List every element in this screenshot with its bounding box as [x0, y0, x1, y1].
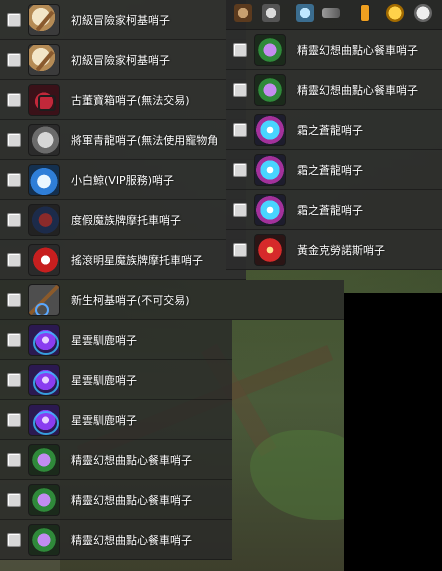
cart-icon — [28, 484, 60, 516]
list-item[interactable]: 星雲馴鹿哨子 — [0, 360, 232, 400]
item-label: 霜之蒼龍哨子 — [297, 164, 363, 177]
item-label: 搖滾明星魔族牌摩托車哨子 — [71, 254, 203, 267]
item-label: 精靈幻想曲點心餐車哨子 — [297, 44, 418, 57]
list-item[interactable]: 初級冒險家柯基哨子 — [0, 0, 246, 40]
coin-icon[interactable] — [386, 4, 404, 22]
whale-icon — [28, 164, 60, 196]
whistle-icon — [28, 44, 60, 76]
list-item[interactable]: 黃金克勞諾斯哨子 — [226, 230, 442, 270]
right-item-list: 精靈幻想曲點心餐車哨子 精靈幻想曲點心餐車哨子 霜之蒼龍哨子 霜之蒼龍哨子 霜之… — [226, 30, 442, 270]
list-item[interactable]: 霜之蒼龍哨子 — [226, 110, 442, 150]
pearl-icon[interactable] — [414, 4, 432, 22]
item-checkbox[interactable] — [7, 173, 21, 187]
mask-icon — [28, 204, 60, 236]
item-label: 精靈幻想曲點心餐車哨子 — [297, 84, 418, 97]
pick-icon — [28, 284, 60, 316]
item-label: 星雲馴鹿哨子 — [71, 334, 137, 347]
item-label: 小白鯨(VIP服務)哨子 — [71, 174, 174, 187]
cart-icon — [28, 524, 60, 556]
bag-icon[interactable] — [234, 4, 252, 22]
item-checkbox[interactable] — [7, 93, 21, 107]
gem-icon[interactable] — [296, 4, 314, 22]
rock-icon — [28, 244, 60, 276]
list-item[interactable]: 古董寶箱哨子(無法交易) — [0, 80, 246, 120]
item-checkbox[interactable] — [7, 13, 21, 27]
ice-dragon-icon — [254, 154, 286, 186]
list-item[interactable]: 精靈幻想曲點心餐車哨子 — [226, 30, 442, 70]
item-label: 度假魔族牌摩托車哨子 — [71, 214, 181, 227]
list-item[interactable]: 精靈幻想曲點心餐車哨子 — [0, 520, 232, 560]
list-item[interactable]: 星雲馴鹿哨子 — [0, 320, 232, 360]
list-item[interactable]: 度假魔族牌摩托車哨子 — [0, 200, 246, 240]
cart-icon — [254, 34, 286, 66]
item-checkbox[interactable] — [7, 253, 21, 267]
chest-icon — [28, 84, 60, 116]
gold-icon — [254, 234, 286, 266]
item-checkbox[interactable] — [233, 123, 247, 137]
item-checkbox[interactable] — [7, 493, 21, 507]
item-label: 星雲馴鹿哨子 — [71, 374, 137, 387]
cart-icon — [254, 74, 286, 106]
item-checkbox[interactable] — [233, 43, 247, 57]
item-checkbox[interactable] — [7, 373, 21, 387]
list-item[interactable]: 精靈幻想曲點心餐車哨子 — [226, 70, 442, 110]
list-item[interactable]: 精靈幻想曲點心餐車哨子 — [0, 480, 232, 520]
item-checkbox[interactable] — [7, 213, 21, 227]
list-item[interactable]: 搖滾明星魔族牌摩托車哨子 — [0, 240, 246, 280]
list-item[interactable]: 霜之蒼龍哨子 — [226, 150, 442, 190]
item-checkbox[interactable] — [233, 203, 247, 217]
item-checkbox[interactable] — [7, 453, 21, 467]
nebula-icon — [28, 324, 60, 356]
item-label: 霜之蒼龍哨子 — [297, 204, 363, 217]
nebula-icon — [28, 364, 60, 396]
scroll-icon[interactable] — [360, 4, 370, 22]
item-label: 黃金克勞諾斯哨子 — [297, 244, 385, 257]
item-label: 精靈幻想曲點心餐車哨子 — [71, 454, 192, 467]
item-checkbox[interactable] — [7, 333, 21, 347]
list-item[interactable]: 初級冒險家柯基哨子 — [0, 40, 246, 80]
cart-icon — [28, 444, 60, 476]
item-checkbox[interactable] — [233, 83, 247, 97]
category-toolbar — [226, 0, 442, 30]
dark-area — [344, 293, 442, 571]
item-label: 精靈幻想曲點心餐車哨子 — [71, 494, 192, 507]
list-item[interactable]: 將軍青龍哨子(無法使用寵物角 — [0, 120, 260, 160]
item-label: 霜之蒼龍哨子 — [297, 124, 363, 137]
item-label: 將軍青龍哨子(無法使用寵物角 — [71, 134, 219, 147]
item-checkbox[interactable] — [233, 163, 247, 177]
list-item[interactable]: 星雲馴鹿哨子 — [0, 400, 232, 440]
whistle-icon — [28, 4, 60, 36]
item-checkbox[interactable] — [7, 53, 21, 67]
list-item[interactable]: 精靈幻想曲點心餐車哨子 — [0, 440, 232, 480]
nebula-icon — [28, 404, 60, 436]
item-label: 初級冒險家柯基哨子 — [71, 54, 170, 67]
item-label: 精靈幻想曲點心餐車哨子 — [71, 534, 192, 547]
item-label: 初級冒險家柯基哨子 — [71, 14, 170, 27]
fish-icon[interactable] — [322, 8, 340, 18]
shield-icon[interactable] — [262, 4, 280, 22]
item-label: 星雲馴鹿哨子 — [71, 414, 137, 427]
item-checkbox[interactable] — [7, 133, 21, 147]
item-checkbox[interactable] — [7, 293, 21, 307]
ice-dragon-icon — [254, 114, 286, 146]
dragon-icon — [28, 124, 60, 156]
list-item[interactable]: 小白鯨(VIP服務)哨子 — [0, 160, 246, 200]
list-item[interactable]: 霜之蒼龍哨子 — [226, 190, 442, 230]
ice-dragon-icon — [254, 194, 286, 226]
item-label: 古董寶箱哨子(無法交易) — [71, 94, 190, 107]
item-checkbox[interactable] — [7, 533, 21, 547]
list-item[interactable]: 新生柯基哨子(不可交易) — [0, 280, 344, 320]
item-checkbox[interactable] — [233, 243, 247, 257]
item-checkbox[interactable] — [7, 413, 21, 427]
item-label: 新生柯基哨子(不可交易) — [71, 294, 190, 307]
